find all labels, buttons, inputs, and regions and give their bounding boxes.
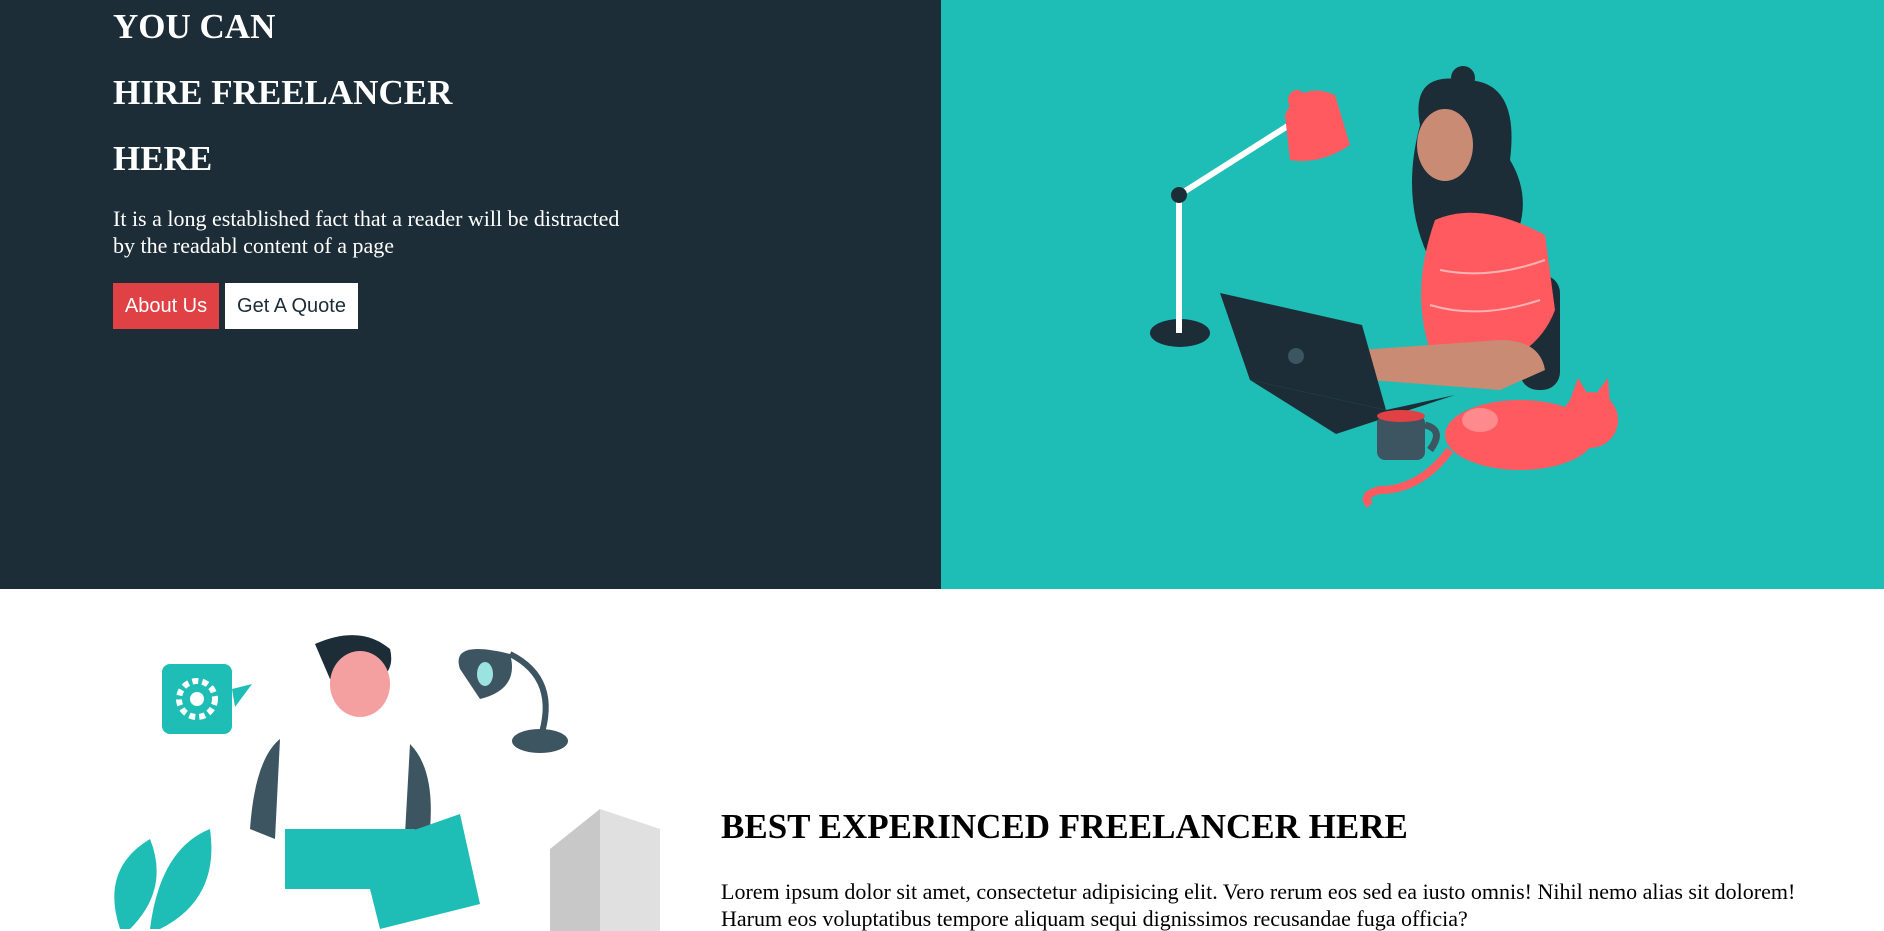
about-section: BEST EXPERINCED FREELANCER HERE Lorem ip… (0, 589, 1884, 931)
about-title: BEST EXPERINCED FREELANCER HERE (721, 807, 1408, 846)
woman-at-laptop-illustration (1150, 66, 1618, 508)
about-us-button[interactable]: About Us (113, 283, 219, 329)
box-icon (550, 809, 600, 931)
hero-text-panel: YOU CAN HIRE FREELANCER HERE It is a lon… (0, 0, 941, 589)
hero-image-panel (941, 0, 1884, 589)
gear-icon (162, 664, 252, 734)
man-at-laptop-illustration (114, 635, 660, 931)
hero-description: It is a long established fact that a rea… (113, 206, 620, 258)
desk-lamp-icon (458, 649, 568, 753)
hero-section: YOU CAN HIRE FREELANCER HERE It is a lon… (0, 0, 1884, 589)
hero-title-line-1: YOU CAN (113, 7, 276, 46)
hero-title-line-3: HERE (113, 139, 213, 178)
coffee-mug-icon (1377, 410, 1440, 460)
get-a-quote-button[interactable]: Get A Quote (225, 283, 358, 329)
about-text: Lorem ipsum dolor sit amet, consectetur … (721, 879, 1796, 931)
plant-icon (114, 829, 212, 929)
hero-title-line-2: HIRE FREELANCER (113, 73, 453, 112)
woman-figure (1360, 66, 1555, 390)
